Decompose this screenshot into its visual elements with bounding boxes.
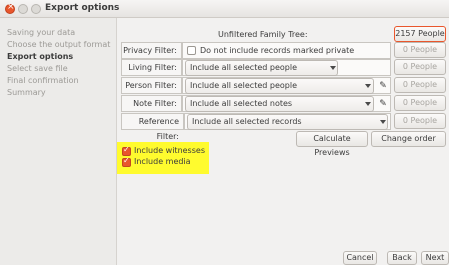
living-field: Include all selected people [182,59,391,76]
include-witnesses-checkbox[interactable] [122,145,131,156]
private-records-label: Do not include records marked private [200,46,355,55]
title-bar: Export options [0,0,449,18]
close-icon[interactable] [5,2,15,14]
chevron-down-icon [330,66,336,70]
living-filter-label: Living Filter: [121,59,182,76]
reference-filter-value: Include all selected records [192,117,302,126]
privacy-filter-label: Privacy Filter: [121,42,182,59]
note-filter-value: Include all selected notes [190,99,293,108]
change-order-button[interactable]: Change order [371,131,446,147]
tree-label: Unfiltered Family Tree: [218,30,308,39]
living-count: 0 People [394,59,446,75]
living-filter-combo[interactable]: Include all selected people [185,60,338,76]
step-select-file: Select save file [7,64,68,73]
note-filter-label: Note Filter: [121,95,182,112]
back-button[interactable]: Back [387,251,417,265]
person-count: 0 People [394,77,446,93]
reference-filter-label: Reference Filter: [121,113,184,141]
cancel-button[interactable]: Cancel [343,251,377,265]
maximize-icon[interactable] [31,4,41,14]
assistant-sidebar: Saving your data Choose the output forma… [0,18,117,265]
note-filter-combo[interactable]: Include all selected notes [185,96,374,112]
private-records-checkbox[interactable] [187,46,196,55]
chevron-down-icon [365,102,371,106]
reference-filter-combo[interactable]: Include all selected records [187,114,388,130]
edit-pencil-icon[interactable]: ✎ [377,96,389,112]
person-filter-label: Person Filter: [121,77,182,94]
include-media-label: Include media [134,157,191,166]
note-count: 0 People [394,95,446,111]
include-witnesses-label: Include witnesses [134,146,205,155]
person-filter-combo[interactable]: Include all selected people [185,78,374,94]
chevron-down-icon [380,120,386,124]
reference-count: 0 People [394,113,446,129]
privacy-count: 0 People [394,42,446,58]
step-export-options: Export options [7,52,74,61]
privacy-field: Do not include records marked private [182,42,391,59]
tree-count: 2157 People [394,26,446,42]
edit-pencil-icon[interactable]: ✎ [377,78,389,94]
calculate-previews-button[interactable]: Calculate Previews [296,131,368,157]
minimize-icon[interactable] [18,4,28,14]
next-button[interactable]: Next [421,251,449,265]
include-media-checkbox[interactable] [122,156,131,167]
step-final-confirmation: Final confirmation [7,76,79,85]
reference-field: Include all selected records [184,113,391,130]
step-summary: Summary [7,88,46,97]
window-title: Export options [45,3,120,13]
step-saving: Saving your data [7,28,76,37]
note-field: Include all selected notes ✎ [182,95,391,112]
person-filter-value: Include all selected people [190,81,297,90]
living-filter-value: Include all selected people [190,63,297,72]
person-field: Include all selected people ✎ [182,77,391,94]
chevron-down-icon [365,84,371,88]
step-output-format: Choose the output format [7,40,111,49]
